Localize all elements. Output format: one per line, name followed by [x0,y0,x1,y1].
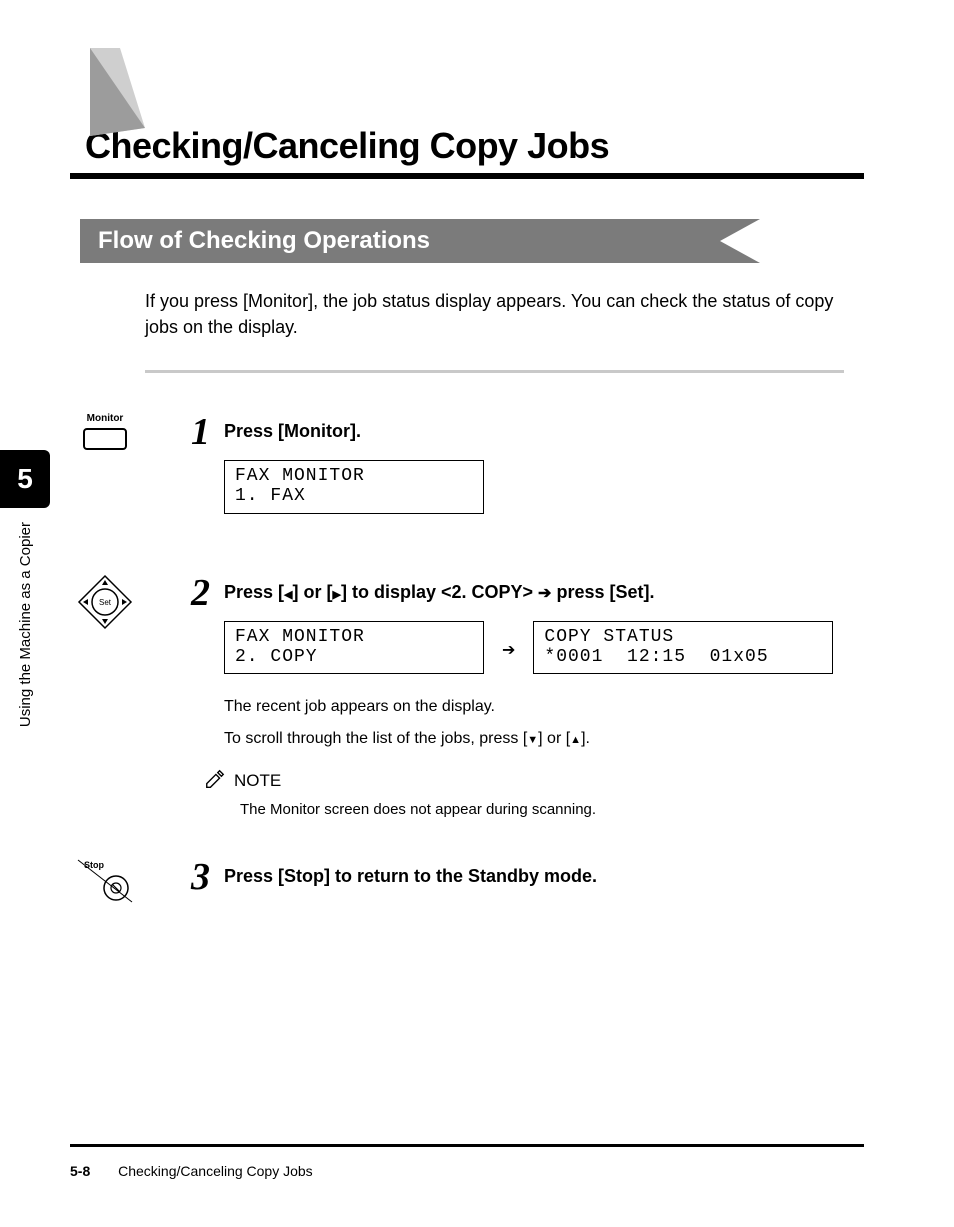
left-arrow-icon [284,582,292,602]
section-bar-arrow-decor [720,219,760,263]
stop-label: Stop [84,860,104,870]
section-heading-bar: Flow of Checking Operations [80,219,864,263]
page-number: 5-8 [70,1163,90,1179]
note-block: NOTE [204,768,844,795]
step-number: 1 [170,413,210,451]
footer-rule [70,1144,864,1147]
monitor-button-shape [83,428,127,450]
lcd-display: FAX MONITOR 2. COPY [224,621,484,675]
step-heading: Press [Stop] to return to the Standby mo… [224,866,844,887]
step-heading: Press [Monitor]. [224,421,844,442]
step-body-text: To scroll through the list of the jobs, … [224,726,844,752]
step-number: 3 [170,858,210,896]
stop-key-icon: Stop [76,858,134,904]
arrow-icon [538,582,551,602]
divider [145,370,844,373]
step-heading: Press [ ] or [ ] to display <2. COPY> pres… [224,582,844,603]
txt: ] or [ [538,730,570,747]
right-arrow-icon [333,582,341,602]
page-title: Checking/Canceling Copy Jobs [85,125,864,167]
lcd-display: FAX MONITOR 1. FAX [224,460,484,514]
step-2: Set 2 Press [ ] or [ ] to display <2. COPY… [70,574,864,818]
txt: ]. [581,730,590,747]
step-body-text: The recent job appears on the display. [224,694,844,720]
txt: ] or [ [293,582,333,602]
pencil-icon [204,768,226,795]
up-arrow-icon [570,730,581,747]
footer: 5-8 Checking/Canceling Copy Jobs [70,1163,313,1179]
monitor-key-label: Monitor [83,413,127,424]
intro-text: If you press [Monitor], the job status d… [145,288,844,340]
txt: press [Set]. [551,582,654,602]
note-label: NOTE [234,771,281,791]
note-text: The Monitor screen does not appear durin… [240,801,844,818]
title-rule [70,173,864,179]
set-key-icon: Set [77,574,133,630]
down-arrow-icon [527,730,538,747]
section-heading: Flow of Checking Operations [80,219,720,263]
lcd-display: COPY STATUS *0001 12:15 01x05 [533,621,833,675]
step-1: Monitor 1 Press [Monitor]. FAX MONITOR 1… [70,413,864,534]
monitor-key-icon: Monitor [83,413,127,450]
footer-title: Checking/Canceling Copy Jobs [118,1163,313,1179]
corner-arrow-decor [80,48,150,143]
step-3: Stop 3 Press [Stop] to return to the Sta… [70,858,864,905]
txt: To scroll through the list of the jobs, … [224,730,527,747]
svg-text:Set: Set [99,598,112,607]
arrow-icon [502,635,515,661]
txt: ] to display <2. COPY> [341,582,538,602]
txt: Press [ [224,582,284,602]
step-number: 2 [170,574,210,612]
